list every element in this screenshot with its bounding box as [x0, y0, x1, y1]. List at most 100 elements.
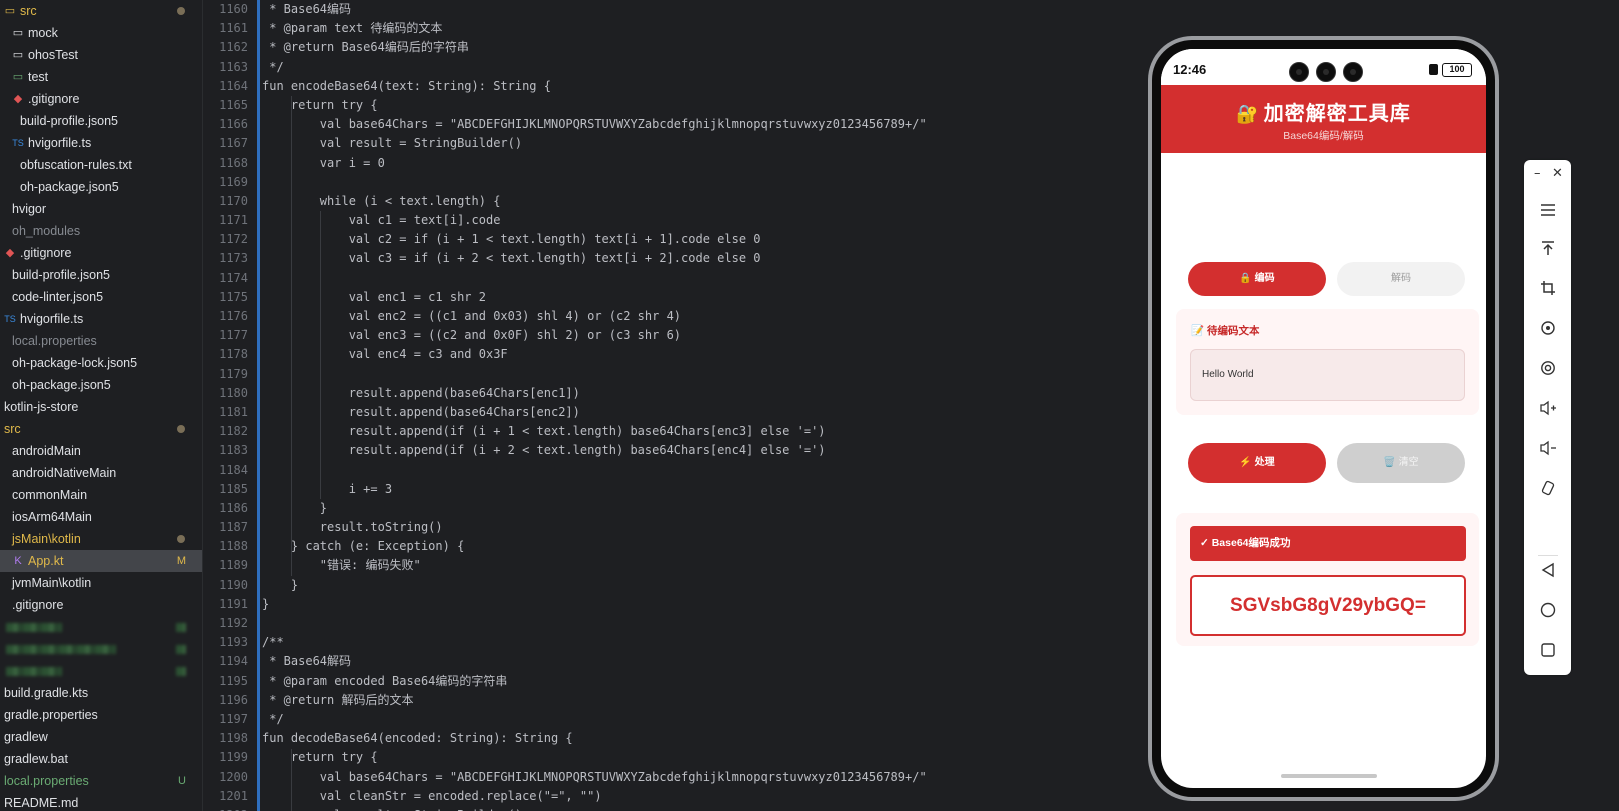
tree-item[interactable]: TS hvigorfile.ts [0, 132, 202, 154]
code-line[interactable]: while (i < text.length) { [262, 192, 1092, 211]
tree-item[interactable]: ▭ test [0, 66, 202, 88]
code-line[interactable]: val enc3 = ((c2 and 0x0F) shl 2) or (c3 … [262, 326, 1092, 345]
code-line[interactable]: val enc4 = c3 and 0x3F [262, 345, 1092, 364]
code-line[interactable]: val result = StringBuilder() [262, 134, 1092, 153]
tree-item[interactable]: obfuscation-rules.txt [0, 154, 202, 176]
tab-decode[interactable]: 解码 [1337, 262, 1465, 296]
code-line[interactable]: val enc1 = c1 shr 2 [262, 288, 1092, 307]
clear-button[interactable]: 🗑️ 清空 [1337, 443, 1465, 483]
tree-item[interactable]: ◆ .gitignore [0, 242, 202, 264]
code-line[interactable] [262, 269, 1092, 288]
tree-item[interactable]: K App.kt M [0, 550, 202, 572]
code-line[interactable]: fun encodeBase64(text: String): String { [262, 77, 1092, 96]
code-line[interactable]: "错误: 编码失败" [262, 556, 1092, 575]
code-line[interactable] [262, 365, 1092, 384]
tree-item[interactable]: androidMain [0, 440, 202, 462]
code-line[interactable]: return try { [262, 96, 1092, 115]
code-line[interactable]: val cleanStr = encoded.replace("=", "") [262, 787, 1092, 806]
home-indicator[interactable] [1281, 774, 1377, 778]
tree-item[interactable] [0, 638, 202, 660]
tab-encode[interactable]: 🔒 编码 [1188, 262, 1326, 296]
tree-item[interactable]: .gitignore [0, 594, 202, 616]
tree-item[interactable]: oh-package.json5 [0, 374, 202, 396]
tree-item[interactable]: build-profile.json5 [0, 110, 202, 132]
tree-item[interactable]: hvigor [0, 198, 202, 220]
code-line[interactable]: val c2 = if (i + 1 < text.length) text[i… [262, 230, 1092, 249]
tree-item[interactable]: jvmMain\kotlin [0, 572, 202, 594]
minimize-icon[interactable]: – [1534, 166, 1541, 181]
menu-icon[interactable] [1524, 201, 1571, 225]
tree-item[interactable]: gradle.properties [0, 704, 202, 726]
code-line[interactable]: */ [262, 58, 1092, 77]
code-line[interactable]: var i = 0 [262, 154, 1092, 173]
code-line[interactable]: val result = StringBuilder() [262, 806, 1092, 811]
back-icon[interactable] [1524, 562, 1571, 586]
home-icon[interactable] [1524, 602, 1571, 626]
code-line[interactable]: * @param encoded Base64编码的字符串 [262, 672, 1092, 691]
code-line[interactable]: * @return Base64编码后的字符串 [262, 38, 1092, 57]
pin-top-icon[interactable] [1524, 240, 1571, 264]
tree-item[interactable]: oh-package.json5 [0, 176, 202, 198]
tree-item[interactable]: ▭ ohosTest [0, 44, 202, 66]
code-line[interactable]: result.append(base64Chars[enc2]) [262, 403, 1092, 422]
code-line[interactable]: return try { [262, 748, 1092, 767]
process-button[interactable]: ⚡ 处理 [1188, 443, 1326, 483]
code-line[interactable]: val c3 = if (i + 2 < text.length) text[i… [262, 249, 1092, 268]
tree-item[interactable]: ◆ .gitignore [0, 88, 202, 110]
code-line[interactable]: val enc2 = ((c1 and 0x03) shl 4) or (c2 … [262, 307, 1092, 326]
code-line[interactable]: fun decodeBase64(encoded: String): Strin… [262, 729, 1092, 748]
rotate-device-icon[interactable] [1524, 480, 1571, 504]
volume-down-icon[interactable] [1524, 440, 1571, 464]
code-line[interactable]: result.append(base64Chars[enc1]) [262, 384, 1092, 403]
code-line[interactable]: val c1 = text[i].code [262, 211, 1092, 230]
tree-item[interactable]: androidNativeMain [0, 462, 202, 484]
tree-item[interactable]: src [0, 418, 202, 440]
code-line[interactable]: * @return 解码后的文本 [262, 691, 1092, 710]
vcs-change-marker[interactable] [257, 0, 260, 811]
code-line[interactable]: * Base64解码 [262, 652, 1092, 671]
code-line[interactable] [262, 614, 1092, 633]
crop-screenshot-icon[interactable] [1524, 280, 1571, 304]
tree-item[interactable]: ▭ src [0, 0, 202, 22]
code-line[interactable]: } [262, 576, 1092, 595]
code-line[interactable]: * @param text 待编码的文本 [262, 19, 1092, 38]
tree-item[interactable]: gradlew.bat [0, 748, 202, 770]
tree-item[interactable] [0, 660, 202, 682]
tree-item[interactable]: oh-package-lock.json5 [0, 352, 202, 374]
tree-item[interactable]: TS hvigorfile.ts [0, 308, 202, 330]
code-line[interactable]: i += 3 [262, 480, 1092, 499]
code-line[interactable]: result.toString() [262, 518, 1092, 537]
tree-item[interactable]: iosArm64Main [0, 506, 202, 528]
code-line[interactable]: result.append(if (i + 2 < text.length) b… [262, 441, 1092, 460]
screen-record-icon[interactable] [1524, 360, 1571, 384]
result-output[interactable]: SGVsbG8gV29ybGQ= [1190, 575, 1466, 636]
tree-item[interactable]: build-profile.json5 [0, 264, 202, 286]
code-line[interactable]: } catch (e: Exception) { [262, 537, 1092, 556]
code-line[interactable]: val base64Chars = "ABCDEFGHIJKLMNOPQRSTU… [262, 768, 1092, 787]
tree-item[interactable]: jsMain\kotlin [0, 528, 202, 550]
code-line[interactable] [262, 461, 1092, 480]
tree-item[interactable]: oh_modules [0, 220, 202, 242]
tree-item[interactable]: code-linter.json5 [0, 286, 202, 308]
code-line[interactable]: } [262, 499, 1092, 518]
code-line[interactable]: } [262, 595, 1092, 614]
tree-item[interactable] [0, 616, 202, 638]
tree-item[interactable]: gradlew [0, 726, 202, 748]
tree-item[interactable]: local.properties U [0, 770, 202, 792]
code-line[interactable]: /** [262, 633, 1092, 652]
tree-item[interactable]: README.md [0, 792, 202, 811]
code-line[interactable]: */ [262, 710, 1092, 729]
text-input[interactable]: Hello World [1190, 349, 1465, 401]
tree-item[interactable]: commonMain [0, 484, 202, 506]
tree-item[interactable]: kotlin-js-store [0, 396, 202, 418]
code-line[interactable]: * Base64编码 [262, 0, 1092, 19]
code-line[interactable]: result.append(if (i + 1 < text.length) b… [262, 422, 1092, 441]
rotate-icon[interactable] [1524, 320, 1571, 344]
code-line[interactable] [262, 173, 1092, 192]
volume-up-icon[interactable] [1524, 400, 1571, 424]
tree-item[interactable]: ▭ mock [0, 22, 202, 44]
recents-icon[interactable] [1524, 642, 1571, 666]
phone-screen[interactable]: 12:46 100 🔐 加密解密工具库 Base64编码/解码 🔒 编码 解码 📝… [1161, 49, 1486, 788]
tree-item[interactable]: local.properties [0, 330, 202, 352]
code-line[interactable]: val base64Chars = "ABCDEFGHIJKLMNOPQRSTU… [262, 115, 1092, 134]
